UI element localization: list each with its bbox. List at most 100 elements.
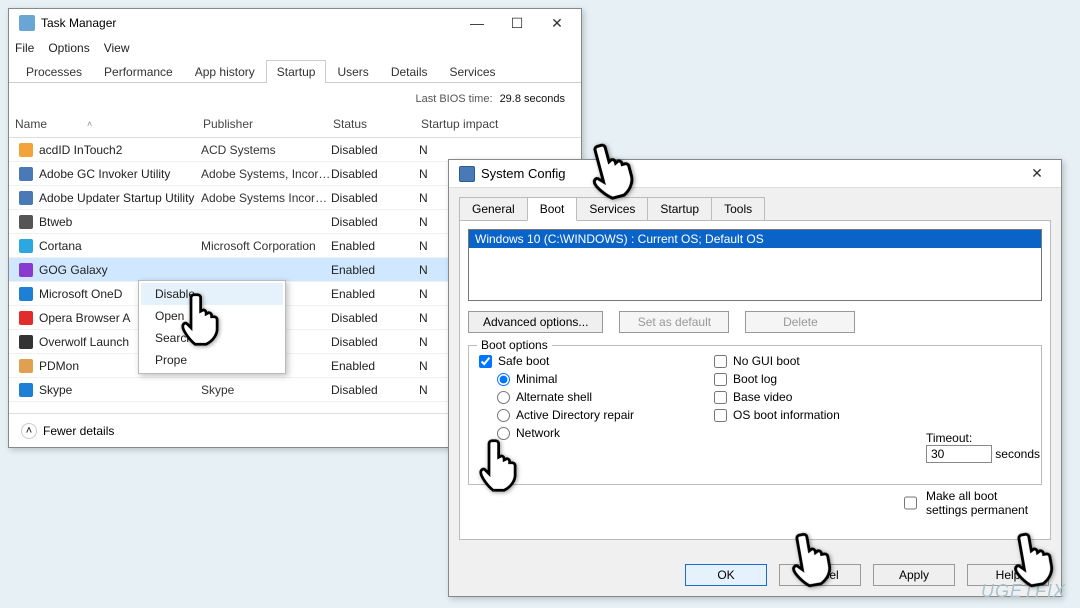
menu-options[interactable]: Options: [48, 41, 89, 55]
app-status: Enabled: [331, 263, 419, 277]
sc-titlebar[interactable]: System Config ✕: [449, 160, 1061, 188]
app-publisher: Microsoft Corporation: [201, 239, 331, 253]
tab-services[interactable]: Services: [439, 60, 507, 83]
sort-asc-icon: ˄: [87, 119, 92, 129]
boot-options-legend: Boot options: [477, 338, 552, 352]
os-list[interactable]: Windows 10 (C:\WINDOWS) : Current OS; De…: [468, 229, 1042, 301]
sc-tab-general[interactable]: General: [459, 197, 528, 221]
bios-label: Last BIOS time:: [415, 93, 492, 105]
tm-menubar: File Options View: [9, 37, 581, 59]
ctx-disable[interactable]: Disable: [141, 283, 283, 305]
radio-network[interactable]: Network: [497, 426, 634, 440]
radio-alt-shell[interactable]: Alternate shell: [497, 390, 634, 404]
sc-tab-tools[interactable]: Tools: [711, 197, 765, 221]
app-publisher: Skype: [201, 383, 331, 397]
app-icon: [19, 335, 33, 349]
tab-processes[interactable]: Processes: [15, 60, 93, 83]
bootlog-checkbox[interactable]: Boot log: [714, 372, 840, 386]
permanent-checkbox[interactable]: Make all boot settings permanent: [900, 489, 1040, 517]
app-publisher: ACD Systems: [201, 143, 331, 157]
sc-close-button[interactable]: ✕: [1017, 160, 1057, 188]
radio-ad-repair[interactable]: Active Directory repair: [497, 408, 634, 422]
ctx-properties[interactable]: Prope: [141, 349, 283, 371]
nogui-checkbox[interactable]: No GUI boot: [714, 354, 840, 368]
task-manager-icon: [19, 15, 35, 31]
tm-title: Task Manager: [41, 16, 116, 30]
col-impact[interactable]: Startup impact: [415, 115, 581, 133]
menu-view[interactable]: View: [104, 41, 130, 55]
app-name: acdID InTouch2: [39, 143, 201, 157]
app-icon: [19, 143, 33, 157]
boot-panel: Windows 10 (C:\WINDOWS) : Current OS; De…: [459, 220, 1051, 540]
tm-tabs: Processes Performance App history Startu…: [9, 59, 581, 83]
tab-performance[interactable]: Performance: [93, 60, 184, 83]
minimize-button[interactable]: —: [457, 9, 497, 37]
col-publisher[interactable]: Publisher: [197, 115, 327, 133]
sc-tab-startup[interactable]: Startup: [647, 197, 712, 221]
bios-value: 29.8 seconds: [500, 93, 565, 105]
maximize-button[interactable]: ☐: [497, 9, 537, 37]
tab-users[interactable]: Users: [326, 60, 379, 83]
cancel-button[interactable]: Cancel: [779, 564, 861, 586]
app-name: GOG Galaxy: [39, 263, 201, 277]
close-button[interactable]: ✕: [537, 9, 577, 37]
app-icon: [19, 383, 33, 397]
app-icon: [19, 263, 33, 277]
safe-boot-checkbox[interactable]: Safe boot: [479, 354, 634, 368]
app-icon: [19, 239, 33, 253]
fewer-details-link[interactable]: Fewer details: [43, 424, 114, 438]
tab-startup[interactable]: Startup: [266, 60, 327, 83]
chevron-up-icon[interactable]: ˄: [21, 423, 37, 439]
ok-button[interactable]: OK: [685, 564, 767, 586]
tm-titlebar[interactable]: Task Manager — ☐ ✕: [9, 9, 581, 37]
app-status: Disabled: [331, 191, 419, 205]
app-status: Disabled: [331, 311, 419, 325]
os-entry-selected[interactable]: Windows 10 (C:\WINDOWS) : Current OS; De…: [469, 230, 1041, 248]
timeout-label: Timeout:: [926, 431, 1040, 445]
app-name: Skype: [39, 383, 201, 397]
advanced-options-button[interactable]: Advanced options...: [468, 311, 603, 333]
app-icon: [19, 287, 33, 301]
col-status[interactable]: Status: [327, 115, 415, 133]
tab-details[interactable]: Details: [380, 60, 439, 83]
column-headers: Name˄ Publisher Status Startup impact: [9, 111, 581, 138]
menu-file[interactable]: File: [15, 41, 34, 55]
boot-options-group: Boot options Safe boot Minimal Alternate…: [468, 345, 1042, 485]
sc-tabs: General Boot Services Startup Tools: [459, 196, 1051, 220]
watermark: UGETFIX: [981, 581, 1066, 602]
sc-title: System Config: [481, 166, 566, 181]
context-menu: Disable Open Search Prope: [138, 280, 286, 374]
app-name: Adobe Updater Startup Utility: [39, 191, 201, 205]
app-status: Disabled: [331, 335, 419, 349]
sc-tab-services[interactable]: Services: [576, 197, 648, 221]
app-status: Enabled: [331, 359, 419, 373]
app-name: Cortana: [39, 239, 201, 253]
col-name[interactable]: Name˄: [9, 115, 197, 133]
app-status: Enabled: [331, 239, 419, 253]
app-impact: N: [419, 143, 581, 157]
msconfig-icon: [459, 166, 475, 182]
delete-button: Delete: [745, 311, 855, 333]
sc-tab-boot[interactable]: Boot: [527, 197, 578, 221]
app-name: Btweb: [39, 215, 201, 229]
ctx-open-location[interactable]: Open: [141, 305, 283, 327]
set-default-button: Set as default: [619, 311, 729, 333]
app-icon: [19, 359, 33, 373]
timeout-unit: seconds: [995, 447, 1040, 461]
timeout-input[interactable]: [926, 445, 992, 463]
ctx-search-online[interactable]: Search: [141, 327, 283, 349]
osbootinfo-checkbox[interactable]: OS boot information: [714, 408, 840, 422]
app-icon: [19, 215, 33, 229]
apply-button[interactable]: Apply: [873, 564, 955, 586]
tab-app-history[interactable]: App history: [184, 60, 266, 83]
app-icon: [19, 167, 33, 181]
app-status: Enabled: [331, 287, 419, 301]
app-status: Disabled: [331, 167, 419, 181]
app-icon: [19, 311, 33, 325]
radio-minimal[interactable]: Minimal: [497, 372, 634, 386]
app-status: Disabled: [331, 383, 419, 397]
app-status: Disabled: [331, 143, 419, 157]
bios-line: Last BIOS time: 29.8 seconds: [9, 83, 581, 111]
timeout-group: Timeout: seconds: [926, 431, 1040, 463]
basevideo-checkbox[interactable]: Base video: [714, 390, 840, 404]
